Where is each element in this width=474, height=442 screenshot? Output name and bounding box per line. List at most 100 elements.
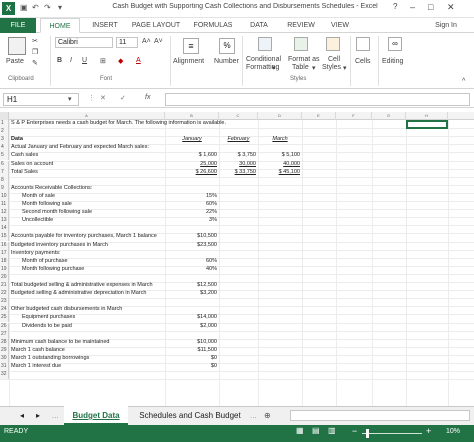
italic-button[interactable]: I: [70, 57, 72, 64]
sheet-tab-budget-data[interactable]: Budget Data: [64, 406, 128, 425]
cell-a1[interactable]: S & P Enterprises needs a cash budget fo…: [11, 120, 251, 127]
tab-view[interactable]: VIEW: [326, 18, 354, 33]
cell-b11[interactable]: 60%: [167, 201, 217, 208]
cell-a17[interactable]: Inventory payments:: [11, 250, 251, 257]
row-header[interactable]: 25: [0, 314, 9, 323]
tab-formulas[interactable]: FORMULAS: [191, 18, 235, 33]
prev-sheet-icon[interactable]: ◂: [20, 406, 24, 425]
row-header[interactable]: 10: [0, 192, 9, 201]
find-binoculars-icon[interactable]: ∞: [388, 37, 402, 51]
save-icon[interactable]: ▣: [20, 3, 28, 12]
tab-insert[interactable]: INSERT: [88, 18, 122, 33]
zoom-slider-thumb[interactable]: [366, 429, 369, 438]
editing-button[interactable]: Editing: [382, 58, 403, 65]
row-header[interactable]: 19: [0, 265, 9, 274]
row-header[interactable]: 31: [0, 363, 9, 372]
cell-b10[interactable]: 15%: [167, 193, 217, 200]
row-header[interactable]: 21: [0, 282, 9, 291]
cell-b13[interactable]: 3%: [167, 217, 217, 224]
minimize-icon[interactable]: –: [410, 2, 415, 12]
row-header[interactable]: 32: [0, 371, 9, 380]
cell-a10[interactable]: Month of sale: [22, 193, 262, 200]
alignment-icon[interactable]: ≡: [183, 38, 199, 54]
cell-a19[interactable]: Month following purchase: [22, 266, 262, 273]
cell-b12[interactable]: 22%: [167, 209, 217, 216]
help-button[interactable]: ?: [393, 2, 397, 11]
cell-styles-button[interactable]: Cell: [328, 56, 340, 63]
cell-b28[interactable]: $10,000: [167, 339, 217, 346]
row-header[interactable]: 3: [0, 136, 9, 145]
cell-a18[interactable]: Month of purchase: [22, 258, 262, 265]
bold-button[interactable]: B: [57, 57, 62, 64]
underline-button[interactable]: U: [82, 57, 87, 64]
row-header[interactable]: 26: [0, 322, 9, 331]
insert-function-button[interactable]: fx: [145, 94, 150, 101]
cell-b25[interactable]: $14,000: [167, 314, 217, 321]
conditional-formatting-icon[interactable]: [258, 37, 272, 51]
cells-icon[interactable]: [356, 37, 370, 51]
paste-icon[interactable]: [8, 37, 26, 55]
font-color-icon[interactable]: A: [136, 57, 141, 64]
cell-b5[interactable]: $ 1,600: [167, 152, 217, 159]
alignment-button[interactable]: Alignment: [173, 58, 204, 65]
column-header-b[interactable]: B: [165, 112, 219, 120]
zoom-slider[interactable]: [362, 433, 422, 434]
horizontal-scrollbar[interactable]: [290, 410, 470, 421]
cell-d3[interactable]: March: [260, 136, 300, 143]
redo-icon[interactable]: ↷: [44, 3, 51, 12]
row-header[interactable]: 8: [0, 176, 9, 185]
more-sheets-left[interactable]: ...: [52, 406, 59, 425]
cell-a13[interactable]: Uncollectible: [22, 217, 262, 224]
format-as-table-icon[interactable]: [294, 37, 308, 51]
row-header[interactable]: 9: [0, 184, 9, 193]
cell-c3[interactable]: February: [221, 136, 256, 143]
cells-button[interactable]: Cells: [355, 58, 371, 65]
add-sheet-icon[interactable]: ⊕: [264, 406, 271, 425]
grow-font-icon[interactable]: A˄: [142, 38, 151, 45]
cell-b19[interactable]: 40%: [167, 266, 217, 273]
row-header[interactable]: 1: [0, 120, 9, 129]
paste-button[interactable]: Paste: [6, 58, 24, 65]
cancel-formula-icon[interactable]: ✕: [100, 94, 106, 102]
number-button[interactable]: Number: [214, 58, 239, 65]
maximize-icon[interactable]: □: [428, 2, 433, 12]
row-header[interactable]: 29: [0, 346, 9, 355]
customize-qat-icon[interactable]: ▾: [58, 3, 62, 12]
cell-a25[interactable]: Equipment purchases: [22, 314, 262, 321]
row-header[interactable]: 24: [0, 306, 9, 315]
font-name-select[interactable]: Calibri: [55, 37, 113, 48]
row-header[interactable]: 14: [0, 225, 9, 234]
shrink-font-icon[interactable]: A˅: [154, 38, 163, 45]
cut-icon[interactable]: ✂: [32, 37, 38, 45]
page-break-view-icon[interactable]: ▥: [328, 426, 336, 435]
row-header[interactable]: 4: [0, 144, 9, 153]
row-header[interactable]: 7: [0, 168, 9, 177]
row-header[interactable]: 13: [0, 217, 9, 226]
column-header-d[interactable]: D: [258, 112, 302, 120]
format-painter-icon[interactable]: ✎: [32, 59, 38, 67]
cell-b15[interactable]: $10,500: [167, 233, 217, 240]
row-header[interactable]: 30: [0, 354, 9, 363]
cell-d6[interactable]: 40,000: [260, 161, 300, 168]
tab-data[interactable]: DATA: [245, 18, 273, 33]
more-sheets-right[interactable]: ...: [250, 406, 257, 425]
cell-c7[interactable]: $ 33,750: [221, 169, 256, 176]
collapse-ribbon-icon[interactable]: ^: [462, 78, 465, 85]
column-header-e[interactable]: E: [302, 112, 336, 120]
row-header[interactable]: 6: [0, 160, 9, 169]
cell-b6[interactable]: 25,000: [167, 161, 217, 168]
page-layout-view-icon[interactable]: ▤: [312, 426, 320, 435]
row-header[interactable]: 18: [0, 257, 9, 266]
column-header-c[interactable]: C: [219, 112, 258, 120]
cell-a24[interactable]: Other budgeted cash disbursements in Mar…: [11, 306, 251, 313]
cell-a4[interactable]: Actual January and February and expected…: [11, 144, 251, 151]
next-sheet-icon[interactable]: ▸: [36, 406, 40, 425]
column-header-a[interactable]: A: [9, 112, 165, 120]
cell-c5[interactable]: $ 3,750: [221, 152, 256, 159]
cell-b16[interactable]: $23,500: [167, 242, 217, 249]
cell-c6[interactable]: 30,000: [221, 161, 256, 168]
cell-b3[interactable]: January: [167, 136, 217, 143]
zoom-level[interactable]: 10%: [446, 428, 460, 435]
row-header[interactable]: 11: [0, 201, 9, 210]
cell-b22[interactable]: $3,200: [167, 290, 217, 297]
